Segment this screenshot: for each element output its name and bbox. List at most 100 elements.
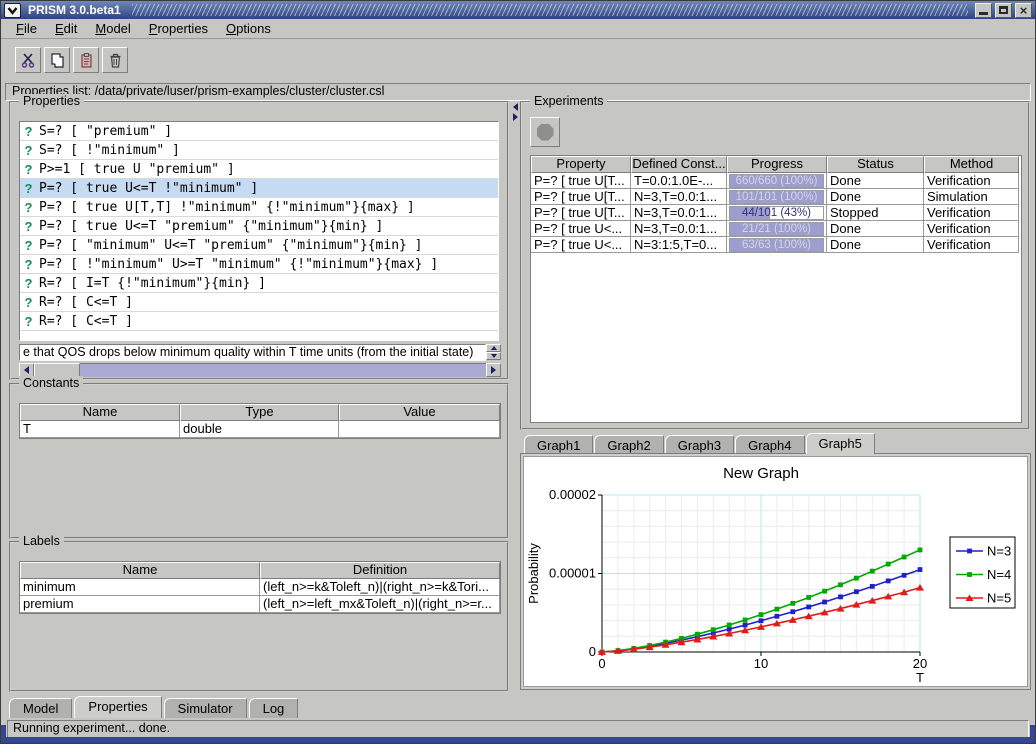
experiments-table: PropertyDefined Const...ProgressStatusMe… [530,155,1022,423]
experiments-header-cell[interactable]: Progress [727,156,827,173]
maximize-icon [999,6,1008,14]
splitter-collapse-right-icon[interactable] [513,113,518,121]
experiment-constants-cell: N=3:1:5,T=0... [631,237,727,253]
labels-header-cell[interactable]: Name [20,562,260,579]
progress-bar: 21/21 (100%) [729,222,824,236]
property-row[interactable]: ?P=? [ true U<=T !"minimum" ] [20,179,498,198]
marker-N=4 [870,569,875,574]
experiments-header-cell[interactable]: Status [827,156,924,173]
minimize-button[interactable] [975,3,992,18]
window-corner-left[interactable] [1,725,6,743]
tab-simulator[interactable]: Simulator [164,698,247,718]
menu-model[interactable]: Model [86,20,139,37]
menu-options[interactable]: Options [217,20,280,37]
property-row[interactable]: ?P=? [ true U[T,T] !"minimum" {!"minimum… [20,198,498,217]
property-row[interactable]: ?R=? [ I=T {!"minimum"}{min} ] [20,274,498,293]
property-row[interactable]: ?P>=1 [ true U "premium" ] [20,160,498,179]
tab-log[interactable]: Log [249,698,299,718]
property-row[interactable]: ?S=? [ "premium" ] [20,122,498,141]
scroll-left-button[interactable] [19,363,34,377]
tab-graph4[interactable]: Graph4 [735,435,804,454]
x-tick-label: 0 [598,656,605,671]
paste-button[interactable] [73,47,99,73]
experiment-row[interactable]: P=? [ true U<...N=3,T=0.0:1...21/21 (100… [531,221,1021,237]
progress-bar: 44/101 (43%) [729,206,824,220]
experiments-header-cell[interactable]: Property [531,156,631,173]
marker-N=3 [967,549,972,554]
marker-N=4 [967,572,972,577]
property-formula: P=? [ true U<=T "premium" {"minimum"}{mi… [39,219,383,234]
property-question-icon: ? [23,219,34,234]
constants-header-cell[interactable]: Type [180,404,339,421]
property-question-icon: ? [23,238,34,253]
labels-row[interactable]: premium(left_n>=left_mx&Toleft_n)|(right… [20,596,500,613]
delete-button[interactable] [102,47,128,73]
property-row[interactable]: ?P=? [ "minimum" U<=T "premium" {"minimu… [20,236,498,255]
constants-row[interactable]: Tdouble [20,421,500,438]
property-formula: R=? [ C<=T ] [39,295,133,310]
experiment-chart: 0102000.000010.00002New GraphTProbabilit… [524,457,1027,686]
property-row[interactable]: ?P=? [ !"minimum" U>=T "minimum" {!"mini… [20,255,498,274]
tab-model[interactable]: Model [9,698,72,718]
scroll-right-button[interactable] [486,363,501,377]
tab-graph1[interactable]: Graph1 [524,435,593,454]
menu-bar: FileEditModelPropertiesOptions [1,19,1035,39]
experiment-constants-cell: N=3,T=0.0:1... [631,205,727,221]
experiments-header-cell[interactable]: Defined Const... [631,156,727,173]
property-row[interactable]: ?R=? [ C<=T ] [20,312,498,331]
experiment-progress-cell: 63/63 (100%) [727,237,827,253]
marker-N=4 [759,612,764,617]
labels-header-cell[interactable]: Definition [260,562,500,579]
close-button[interactable]: × [1015,3,1032,18]
experiment-row[interactable]: P=? [ true U[T...N=3,T=0.0:1...44/101 (4… [531,205,1021,221]
menu-file[interactable]: File [7,20,46,37]
splitter-collapse-left-icon[interactable] [513,103,518,111]
labels-row[interactable]: minimum(left_n>=k&Toleft_n)|(right_n>=k&… [20,579,500,596]
menu-edit[interactable]: Edit [46,20,86,37]
property-row[interactable]: ? P=? [ true U<=T "premium" {"minimum"}{m… [20,217,498,236]
chart-title: New Graph [723,465,799,482]
experiments-header-cell[interactable]: Method [924,156,1019,173]
window-menu-icon[interactable] [4,3,21,18]
spinner-down-button[interactable] [486,352,501,360]
experiment-row[interactable]: P=? [ true U[T...N=3,T=0.0:1...101/101 (… [531,189,1021,205]
maximize-button[interactable] [995,3,1012,18]
menu-properties[interactable]: Properties [140,20,217,37]
constants-header-cell[interactable]: Name [20,404,180,421]
hscrollbar-thumb[interactable] [34,363,80,377]
marker-N=4 [775,607,780,612]
spinner-up-button[interactable] [486,344,501,352]
tab-graph3[interactable]: Graph3 [665,435,734,454]
window-corner-right[interactable] [1030,725,1035,743]
split-divider[interactable] [511,101,519,692]
stop-experiment-button[interactable] [530,117,560,147]
property-question-icon: ? [23,143,34,158]
experiment-progress-cell: 101/101 (100%) [727,189,827,205]
tab-properties[interactable]: Properties [74,696,161,718]
tab-graph5[interactable]: Graph5 [806,433,875,454]
comment-spinner[interactable] [486,344,501,361]
hscrollbar-track[interactable] [80,363,486,377]
marker-N=4 [854,576,859,581]
cut-button[interactable] [15,47,41,73]
property-row[interactable]: ? R=? [ C<=T ] [20,293,498,312]
experiment-row[interactable]: P=? [ true U<...N=3:1:5,T=0...63/63 (100… [531,237,1021,253]
experiment-property-cell: P=? [ true U[T... [531,189,631,205]
property-question-icon: ? [23,295,34,310]
property-formula: P>=1 [ true U "premium" ] [39,162,235,177]
stop-icon [537,124,554,141]
progress-bar: 660/660 (100%) [729,174,824,188]
property-formula: R=? [ I=T {!"minimum"}{min} ] [39,276,266,291]
constants-header-cell[interactable]: Value [339,404,500,421]
tab-graph2[interactable]: Graph2 [594,435,663,454]
property-row[interactable]: ?S=? [ !"minimum" ] [20,141,498,160]
experiment-method-cell: Verification [924,205,1019,221]
experiment-row[interactable]: P=? [ true U[T...T=0.0:1.0E-...660/660 (… [531,173,1021,189]
marker-N=4 [743,618,748,623]
property-formula: S=? [ "premium" ] [39,124,172,139]
progress-label: 660/660 (100%) [730,175,823,187]
properties-hscrollbar[interactable] [19,363,501,377]
property-comment-field[interactable]: e that QOS drops below minimum quality w… [19,344,486,361]
copy-button[interactable] [44,47,70,73]
labels-group-title: Labels [19,534,64,548]
